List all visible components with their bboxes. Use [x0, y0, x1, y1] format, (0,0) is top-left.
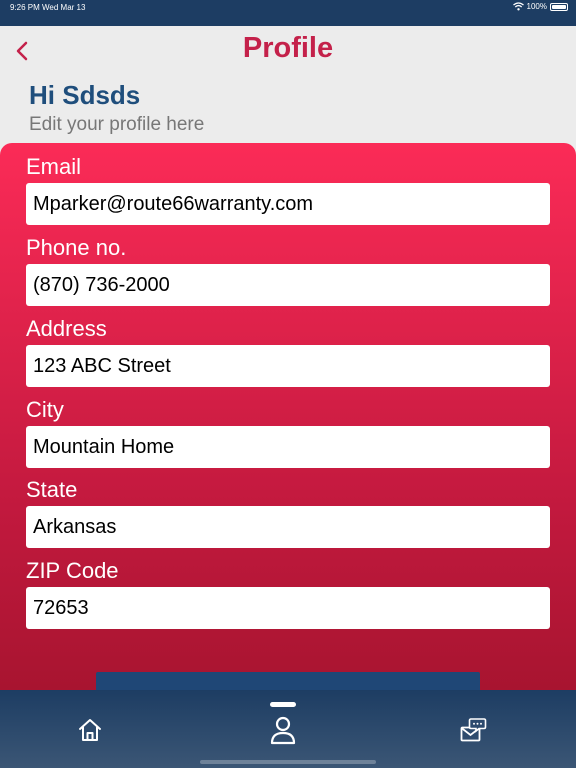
phone-group: Phone no.	[26, 234, 550, 306]
status-bar: 9:26 PM Wed Mar 13 100%	[0, 0, 576, 26]
status-date: Wed Mar 13	[42, 3, 86, 12]
email-field[interactable]	[26, 183, 550, 225]
status-right: 100%	[512, 2, 568, 11]
active-tab-indicator	[270, 702, 296, 707]
email-group: Email	[26, 153, 550, 225]
address-group: Address	[26, 315, 550, 387]
home-indicator	[200, 760, 376, 764]
zip-group: ZIP Code	[26, 557, 550, 629]
home-icon	[79, 719, 101, 741]
tab-bar	[0, 690, 576, 768]
tab-profile[interactable]	[261, 708, 305, 752]
address-label: Address	[26, 316, 107, 341]
page-title: Profile	[242, 32, 334, 64]
state-group: State	[26, 476, 550, 548]
user-icon	[270, 716, 296, 745]
wifi-icon	[512, 2, 524, 11]
phone-field[interactable]	[26, 264, 550, 306]
address-field[interactable]	[26, 345, 550, 387]
zip-label: ZIP Code	[26, 558, 119, 583]
state-field[interactable]	[26, 506, 550, 548]
battery-icon	[550, 2, 568, 11]
phone-label: Phone no.	[26, 235, 127, 260]
header: Profile	[0, 26, 576, 76]
tab-home[interactable]	[68, 708, 112, 752]
battery-percent: 100%	[526, 2, 547, 11]
city-group: City	[26, 396, 550, 468]
city-label: City	[26, 397, 64, 422]
greeting: Hi Sdsds	[29, 80, 141, 110]
profile-form: Email Phone no. Address City State ZIP C…	[0, 143, 576, 703]
mail-chat-icon	[460, 718, 487, 742]
status-time: 9:26 PM	[10, 3, 40, 12]
email-label: Email	[26, 154, 82, 179]
tab-messages[interactable]	[451, 708, 495, 752]
state-label: State	[26, 477, 78, 502]
city-field[interactable]	[26, 426, 550, 468]
subtitle: Edit your profile here	[29, 114, 205, 135]
zip-field[interactable]	[26, 587, 550, 629]
